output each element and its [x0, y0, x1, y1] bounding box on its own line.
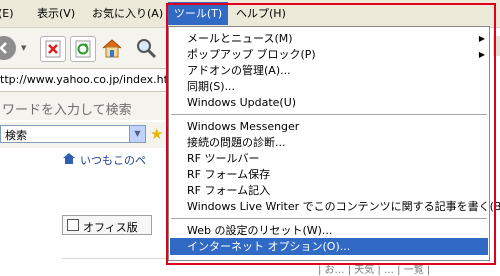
- menu-item-rf-form-fill[interactable]: RF フォーム記入: [170, 182, 488, 199]
- office-version-button[interactable]: オフィス版: [62, 215, 152, 235]
- menu-item-rf-toolbar[interactable]: RF ツールバー: [170, 150, 488, 167]
- menu-item-windows-messenger[interactable]: Windows Messenger: [170, 118, 488, 135]
- menu-separator: [171, 218, 487, 219]
- divider: [62, 258, 168, 259]
- menu-item-reset-web-settings[interactable]: Web の設定のリセット(W)...: [170, 222, 488, 239]
- menu-item-label: Web の設定のリセット(W)...: [187, 224, 333, 237]
- toolbar: ▼: [0, 28, 168, 68]
- menu-item-label: Windows Messenger: [187, 120, 300, 133]
- menu-item-mail-news[interactable]: メールとニュース(M) ▶: [170, 30, 488, 47]
- address-url[interactable]: ttp://www.yahoo.co.jp/index.html: [0, 73, 182, 86]
- menu-item-sync[interactable]: 同期(S)...: [170, 78, 488, 95]
- menu-item-label: Windows Live Writer でこのコンテンツに関する記事を書く(B): [187, 200, 500, 213]
- menu-item-label: インターネット オプション(O)...: [187, 240, 351, 253]
- menu-tools[interactable]: ツール(T): [168, 2, 228, 25]
- refresh-icon[interactable]: [70, 36, 96, 62]
- submenu-arrow-icon: ▶: [478, 34, 485, 43]
- menu-favorites[interactable]: お気に入り(A): [92, 6, 163, 22]
- menu-item-rf-form-save[interactable]: RF フォーム保存: [170, 166, 488, 183]
- menu-item-popup-blocker[interactable]: ポップアップ ブロック(P) ▶: [170, 46, 488, 63]
- menu-item-windows-update[interactable]: Windows Update(U): [170, 94, 488, 111]
- search-placeholder[interactable]: ワードを入力して検索: [2, 99, 132, 118]
- stop-icon[interactable]: [40, 36, 66, 62]
- back-icon[interactable]: [0, 36, 16, 60]
- toolbar-right-edge: [493, 36, 500, 56]
- search-engine-value: 検索: [5, 129, 27, 142]
- submenu-arrow-icon: ▶: [478, 50, 485, 59]
- address-bar[interactable]: ttp://www.yahoo.co.jp/index.html: [0, 68, 182, 92]
- home-small-icon: [62, 152, 76, 167]
- search-box[interactable]: ワードを入力して検索: [0, 92, 168, 120]
- menu-item-label: 同期(S)...: [187, 80, 236, 93]
- menu-item-label: RF フォーム保存: [187, 168, 271, 181]
- menu-item-internet-options[interactable]: インターネット オプション(O)...: [170, 238, 488, 255]
- menu-item-label: RF ツールバー: [187, 152, 260, 165]
- tools-menu: メールとニュース(M) ▶ ポップアップ ブロック(P) ▶ アドオンの管理(A…: [168, 26, 500, 261]
- menu-item-label: Windows Update(U): [187, 96, 297, 109]
- search-icon[interactable]: [134, 36, 158, 60]
- homepage-link[interactable]: いつもこのペ: [80, 152, 146, 168]
- search-engine-select[interactable]: 検索 ▼: [0, 125, 146, 143]
- menu-item-label: ポップアップ ブロック(P): [187, 48, 316, 61]
- back-dropdown-icon[interactable]: ▼: [21, 44, 26, 52]
- menubar: (E) 表示(V) お気に入り(A) ツール(T) ヘルプ(H): [0, 0, 500, 28]
- menu-edit[interactable]: (E): [0, 6, 14, 22]
- menu-help[interactable]: ヘルプ(H): [236, 6, 286, 22]
- menu-item-diagnose-connection[interactable]: 接続の問題の診断...: [170, 134, 488, 151]
- search-engine-row: 検索 ▼ ★: [0, 122, 168, 148]
- page-right-edge: [492, 28, 500, 269]
- menu-item-label: メールとニュース(M): [187, 32, 293, 45]
- menu-view[interactable]: 表示(V): [37, 6, 75, 22]
- menu-item-label: アドオンの管理(A)...: [187, 64, 291, 77]
- favorites-star-icon[interactable]: ★: [150, 125, 163, 143]
- menu-item-addons[interactable]: アドオンの管理(A)...: [170, 62, 488, 79]
- office-version-label: オフィス版: [83, 221, 138, 234]
- menu-separator: [171, 114, 487, 115]
- office-icon: [67, 219, 79, 231]
- menu-item-label: RF フォーム記入: [187, 184, 271, 197]
- menu-item-live-writer[interactable]: Windows Live Writer でこのコンテンツに関する記事を書く(B): [170, 198, 500, 215]
- menu-item-label: 接続の問題の診断...: [187, 136, 286, 149]
- home-icon[interactable]: [100, 36, 124, 60]
- chevron-down-icon[interactable]: ▼: [129, 126, 145, 142]
